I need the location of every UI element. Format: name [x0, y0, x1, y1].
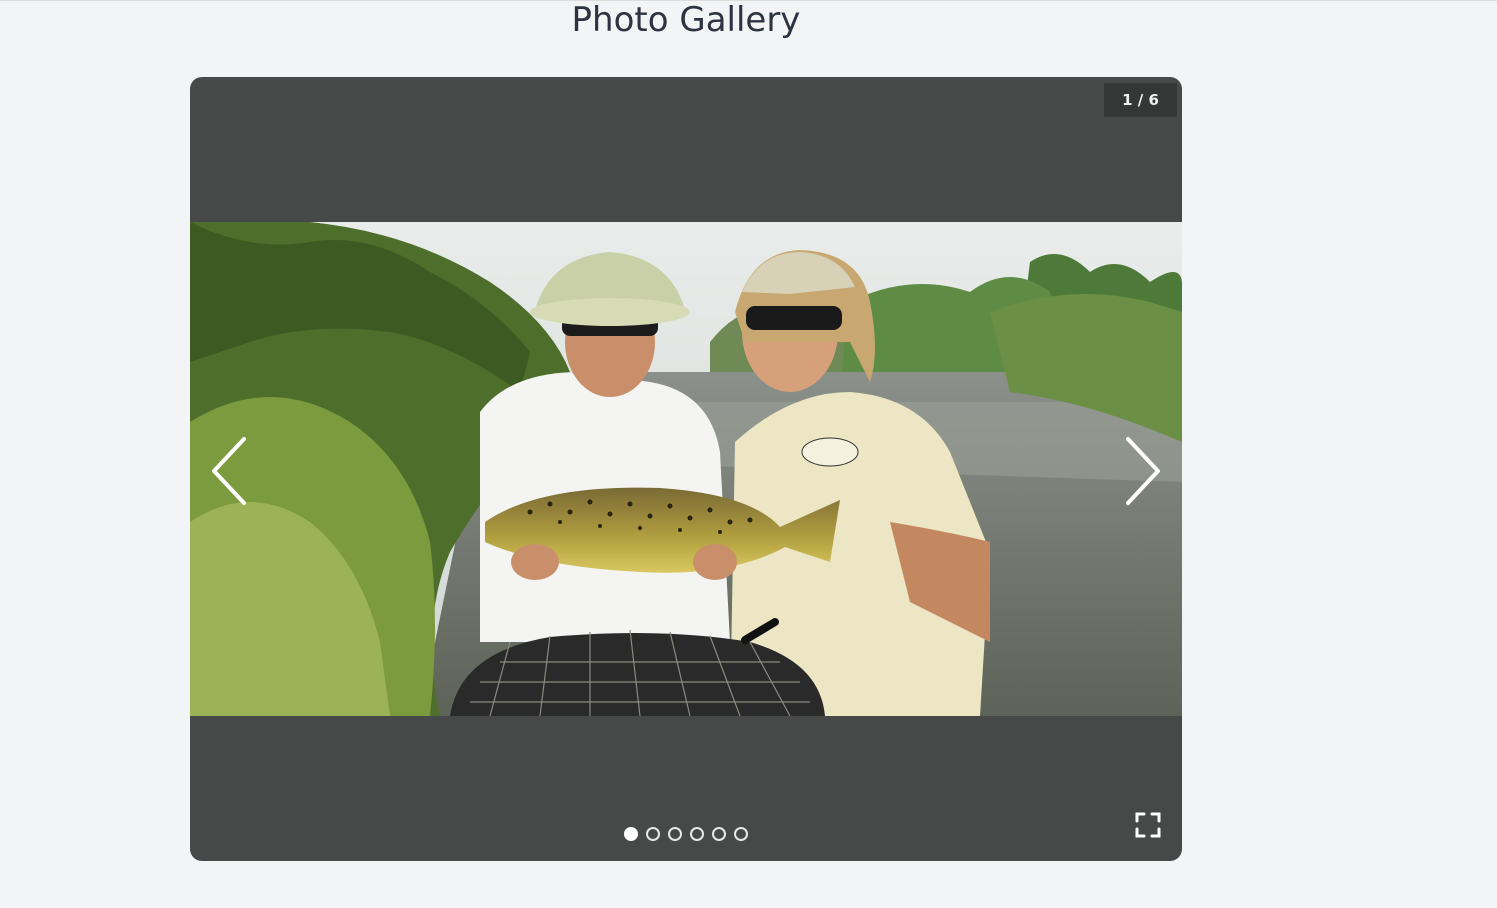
slide-dot-2[interactable]: [646, 827, 660, 841]
page-title: Photo Gallery: [571, 0, 801, 40]
slide-indicators: [190, 827, 1182, 843]
chevron-right-icon: [1126, 437, 1160, 505]
fullscreen-button[interactable]: [1134, 811, 1162, 839]
slide-dot-5[interactable]: [712, 827, 726, 841]
slide-dot-6[interactable]: [734, 827, 748, 841]
main-photo: [190, 222, 1182, 716]
gallery-viewer: 1 / 6: [190, 77, 1182, 861]
next-slide-button[interactable]: [1120, 435, 1164, 507]
slide-counter: 1 / 6: [1104, 83, 1177, 117]
slide-dot-4[interactable]: [690, 827, 704, 841]
chevron-left-icon: [212, 437, 246, 505]
slide-dot-1[interactable]: [624, 827, 638, 841]
fullscreen-icon: [1135, 812, 1161, 838]
prev-slide-button[interactable]: [208, 435, 252, 507]
slide-dot-3[interactable]: [668, 827, 682, 841]
